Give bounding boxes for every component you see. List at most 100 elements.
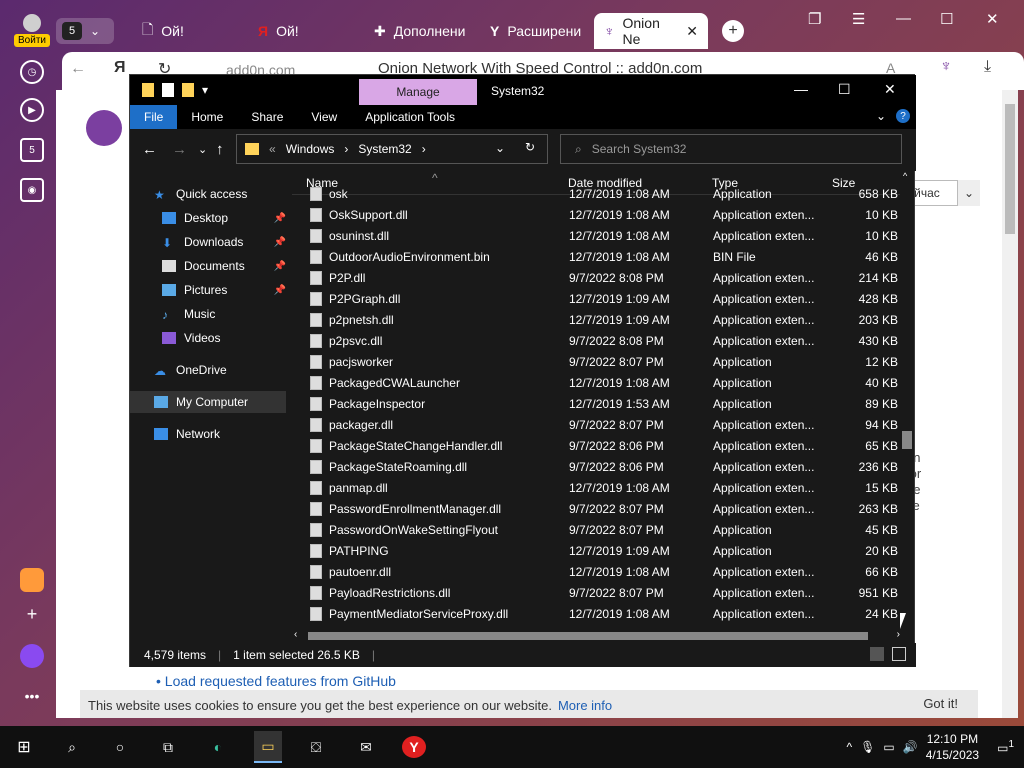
maximize-icon[interactable]: ☐	[940, 10, 953, 28]
file-row[interactable]: osuninst.dll 12/7/2019 1:08 AM Application…	[292, 225, 902, 246]
tabs-badge-icon[interactable]: 5	[20, 138, 44, 162]
file-name[interactable]: PackageStateRoaming.dll	[329, 460, 467, 474]
nav-downloads[interactable]: ⬇ Downloads 📌	[162, 231, 286, 253]
tab-count-button[interactable]: 5 ⌄	[56, 18, 114, 44]
breadcrumb-system32[interactable]: System32	[358, 142, 411, 156]
file-name[interactable]: osuninst.dll	[329, 229, 389, 243]
notification-icon[interactable]: ▭1	[997, 739, 1014, 755]
file-name[interactable]: p2pnetsh.dll	[329, 313, 394, 327]
file-name[interactable]: osk	[329, 187, 348, 201]
browser-tab-active[interactable]: ♆ Onion Ne ✕	[594, 13, 708, 49]
file-row[interactable]: packager.dll 9/7/2022 8:07 PM Application …	[292, 414, 902, 435]
file-name[interactable]: PackagedCWALauncher	[329, 376, 460, 390]
expand-ribbon-icon[interactable]: ⌄	[876, 109, 886, 123]
file-name[interactable]: P2PGraph.dll	[329, 292, 400, 306]
play-icon[interactable]: ▶	[20, 98, 44, 122]
chevron-right-icon[interactable]: ›	[422, 142, 426, 156]
task-view-icon[interactable]: ⧉	[156, 736, 180, 758]
back-icon[interactable]: ←	[70, 60, 86, 78]
file-name[interactable]: OskSupport.dll	[329, 208, 408, 222]
menu-icon[interactable]: ☰	[852, 10, 865, 28]
edge-icon[interactable]: ◐	[206, 736, 230, 758]
file-row[interactable]: PATHPING 12/7/2019 1:09 AM Application 20 K…	[292, 540, 902, 561]
search-input[interactable]: ⌕ Search System32	[560, 134, 902, 164]
tab-view[interactable]: View	[297, 105, 351, 129]
recent-locations-icon[interactable]: ⌄	[198, 143, 207, 156]
up-icon[interactable]: ↑	[216, 141, 224, 158]
breadcrumb-overflow[interactable]: «	[269, 142, 276, 156]
file-explorer-icon[interactable]: ▭	[254, 731, 282, 763]
browser-tab-1[interactable]: 🗋 Ой!	[132, 13, 244, 49]
browser-tab-4[interactable]: Y Расширени	[480, 13, 590, 49]
new-tab-button[interactable]: +	[722, 20, 744, 42]
file-row[interactable]: PasswordEnrollmentManager.dll 9/7/2022 8:…	[292, 498, 902, 519]
scrollbar-thumb[interactable]	[1005, 104, 1015, 234]
microphone-icon[interactable]: 🎙	[860, 740, 875, 754]
file-row[interactable]: pautoenr.dll 12/7/2019 1:08 AM Application…	[292, 561, 902, 582]
nav-documents[interactable]: Documents 📌	[162, 255, 286, 277]
add-icon[interactable]: +	[20, 602, 44, 626]
close-icon[interactable]: ✕	[686, 23, 698, 40]
yandex-browser-icon[interactable]: Y	[402, 736, 426, 758]
file-name[interactable]: p2psvc.dll	[329, 334, 382, 348]
scrollbar-thumb[interactable]	[902, 431, 912, 449]
breadcrumb-windows[interactable]: Windows	[286, 142, 335, 156]
more-info-link[interactable]: More info	[558, 698, 612, 713]
network-icon[interactable]: ▭	[883, 740, 894, 754]
nav-desktop[interactable]: Desktop 📌	[162, 207, 286, 229]
nav-pictures[interactable]: Pictures 📌	[162, 279, 286, 301]
file-row[interactable]: PackagedCWALauncher 12/7/2019 1:08 AM Appl…	[292, 372, 902, 393]
nav-quick-access[interactable]: ★ Quick access	[154, 183, 286, 205]
file-row[interactable]: PayloadRestrictions.dll 9/7/2022 8:07 PM A…	[292, 582, 902, 603]
vertical-scrollbar[interactable]: ^	[900, 171, 914, 629]
store-icon[interactable]: ⛋	[304, 736, 328, 758]
profile-button[interactable]: Войти	[14, 14, 50, 48]
manage-tab[interactable]: Manage	[359, 79, 477, 105]
scrollbar-thumb[interactable]	[308, 632, 868, 640]
chevron-right-icon[interactable]: ›	[344, 142, 348, 156]
file-name[interactable]: PackageStateChangeHandler.dll	[329, 439, 502, 453]
file-name[interactable]: pacjsworker	[329, 355, 393, 369]
help-icon[interactable]: ?	[896, 109, 910, 123]
github-link[interactable]: • Load requested features from GitHub	[156, 673, 396, 689]
file-name[interactable]: PATHPING	[329, 544, 389, 558]
file-row[interactable]: OutdoorAudioEnvironment.bin 12/7/2019 1:0…	[292, 246, 902, 267]
clock[interactable]: 12:10 PM 4/15/2023	[926, 731, 979, 763]
refresh-icon[interactable]: ↻	[525, 140, 535, 154]
file-name[interactable]: pautoenr.dll	[329, 565, 391, 579]
tab-file[interactable]: File	[130, 105, 178, 129]
horizontal-scrollbar[interactable]: ‹ ›	[292, 629, 902, 643]
chevron-up-icon[interactable]: ^	[847, 740, 853, 754]
customize-icon[interactable]: ▾	[202, 83, 208, 97]
file-row[interactable]: PackageStateRoaming.dll 9/7/2022 8:06 PM A…	[292, 456, 902, 477]
nav-network[interactable]: Network	[154, 423, 286, 445]
large-icons-view-icon[interactable]	[892, 647, 906, 661]
chevron-down-icon[interactable]: ⌄	[495, 141, 505, 155]
chevron-down-icon[interactable]: ⌄	[958, 180, 980, 206]
download-icon[interactable]: ⤓	[984, 58, 991, 76]
browser-tab-2[interactable]: Я Ой!	[248, 13, 360, 49]
close-icon[interactable]: ✕	[884, 81, 896, 98]
mail-icon[interactable]: ✉	[354, 736, 378, 758]
got-it-button[interactable]: Got it!	[923, 696, 958, 711]
mail-app-icon[interactable]	[20, 568, 44, 592]
screenshot-icon[interactable]: ◉	[20, 178, 44, 202]
breadcrumb[interactable]: « Windows › System32 › ⌄ ↻	[236, 134, 548, 164]
search-icon[interactable]: ⌕	[60, 736, 84, 758]
tab-home[interactable]: Home	[177, 105, 237, 129]
page-scrollbar[interactable]	[1002, 90, 1018, 718]
close-window-icon[interactable]: ✕	[986, 10, 999, 28]
onion-extension-icon[interactable]: ♆	[940, 58, 952, 76]
scroll-left-icon[interactable]: ‹	[294, 629, 297, 640]
file-name[interactable]: PasswordEnrollmentManager.dll	[329, 502, 501, 516]
minimize-icon[interactable]: —	[896, 10, 911, 27]
file-row[interactable]: P2P.dll 9/7/2022 8:08 PM Application exten…	[292, 267, 902, 288]
nav-music[interactable]: ♪ Music	[162, 303, 286, 325]
properties-icon[interactable]	[162, 83, 174, 97]
file-row[interactable]: PackageStateChangeHandler.dll 9/7/2022 8:…	[292, 435, 902, 456]
file-row[interactable]: pacjsworker 9/7/2022 8:07 PM Application 12…	[292, 351, 902, 372]
file-name[interactable]: PaymentMediatorServiceProxy.dll	[329, 607, 508, 621]
alice-icon[interactable]	[20, 644, 44, 668]
windows-start-icon[interactable]: ⊞	[12, 736, 36, 758]
new-folder-icon[interactable]	[182, 83, 194, 97]
